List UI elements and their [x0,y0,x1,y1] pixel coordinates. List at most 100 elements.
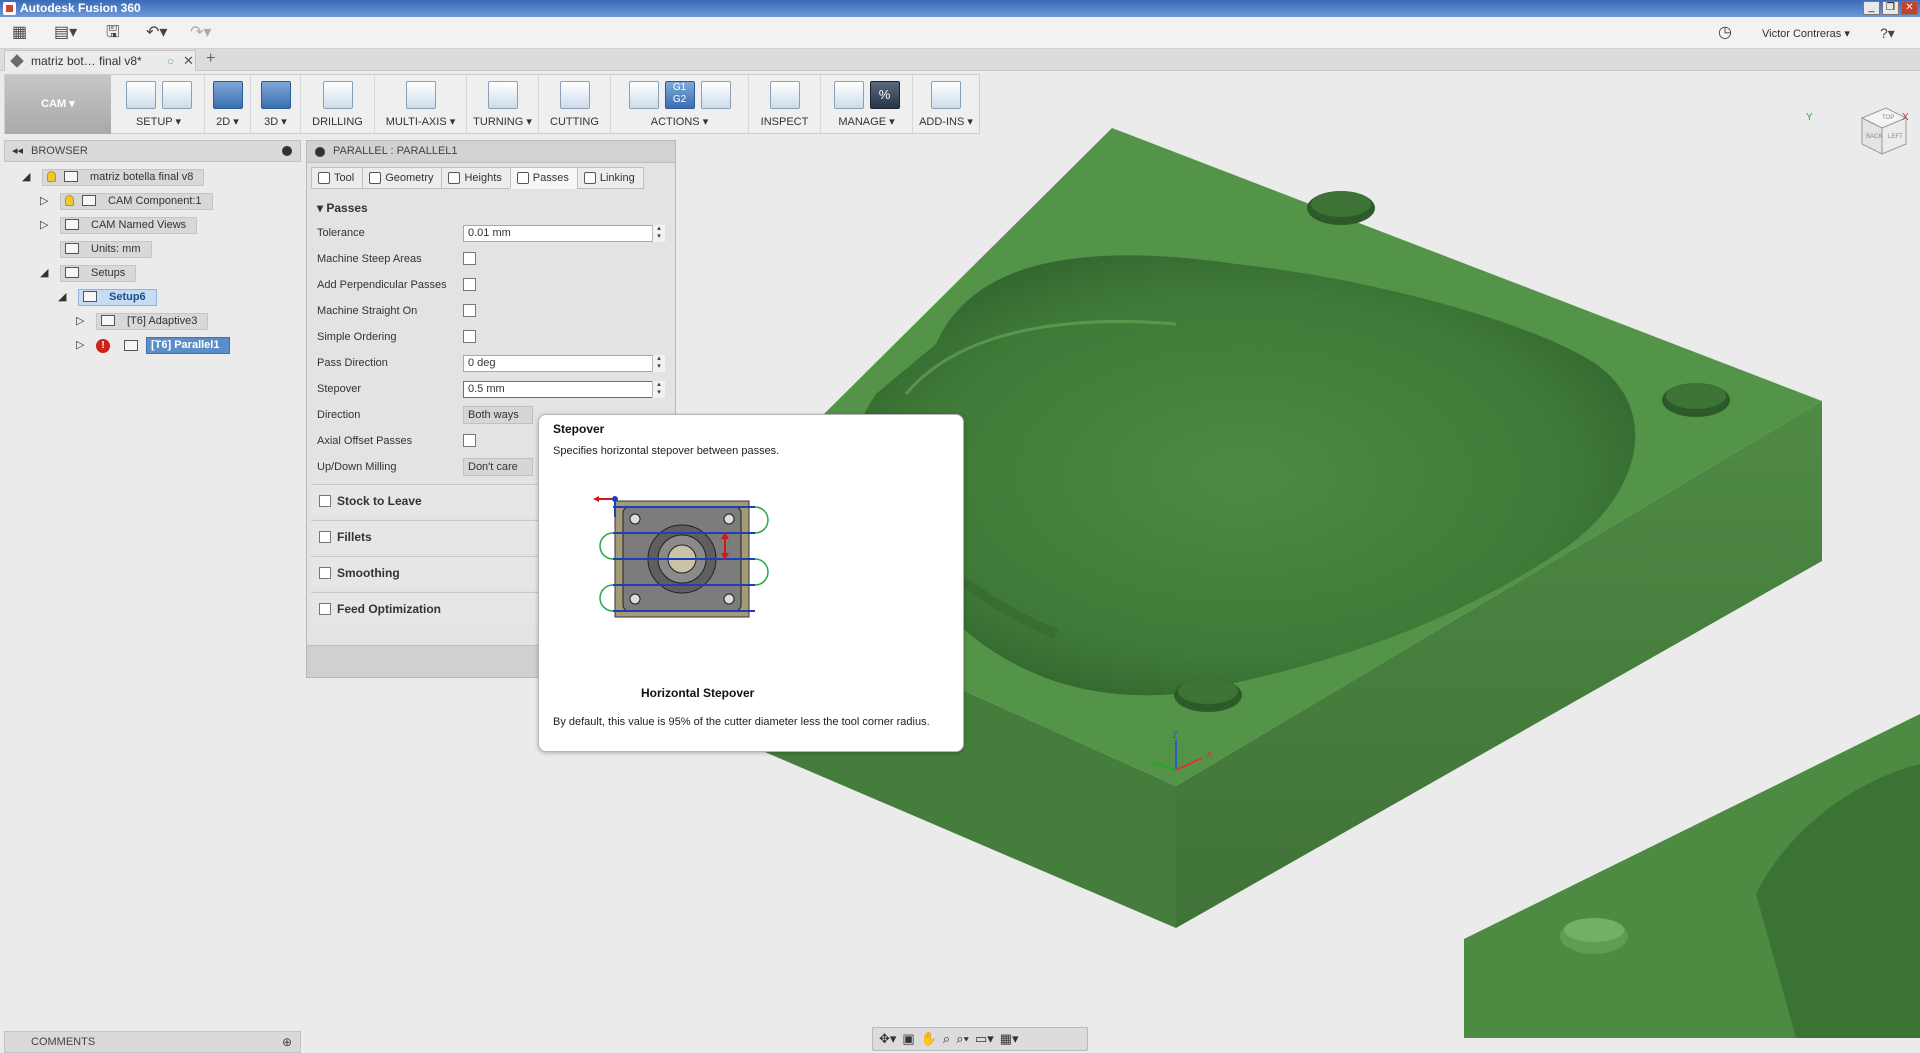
minimize-button[interactable]: _ [1863,1,1880,15]
undo-icon[interactable]: ↶▾ [146,24,167,42]
new-tab-icon[interactable]: + [206,50,215,68]
multi-axis-icon[interactable] [405,81,436,109]
tooltip-image-caption: Horizontal Stepover [641,686,755,700]
view-cube[interactable]: TOP BACK LEFT [1852,100,1912,160]
axis-x-label: X [1206,750,1213,761]
dialog-header: PARALLEL : PARALLEL1 [307,141,675,163]
drilling-group[interactable]: DRILLING [301,75,375,134]
tab-linking[interactable]: Linking [576,167,644,189]
save-icon[interactable]: 🖫 [106,24,120,42]
tree-node-units[interactable]: Units: mm [4,240,294,259]
turning-icon[interactable] [487,81,518,109]
add-perpendicular-passes-checkbox[interactable] [463,278,476,291]
tree-node-cam-component[interactable]: ▷ CAM Component:1 [4,192,294,211]
fillets-checkbox[interactable] [319,531,331,543]
axial-offset-passes-checkbox[interactable] [463,434,476,447]
direction-select[interactable]: Both ways [463,406,533,424]
drill-icon[interactable] [322,81,353,109]
2d-group[interactable]: 2D ▾ [205,75,251,134]
up-down-milling-select[interactable]: Don't care [463,458,533,476]
stock-to-leave-checkbox[interactable] [319,495,331,507]
tab-geometry[interactable]: Geometry [362,167,443,189]
smoothing-checkbox[interactable] [319,567,331,579]
close-window-button[interactable]: ✕ [1901,1,1918,15]
expand-toggle[interactable]: ◢ [40,264,48,283]
add-perpendicular-passes-label: Add Perpendicular Passes [317,279,447,291]
pan-icon[interactable]: ✋ [921,1031,937,1047]
setup-group[interactable]: SETUP ▾ [113,75,205,134]
machine-steep-areas-checkbox[interactable] [463,252,476,265]
job-status-icon[interactable]: ◷ [1718,24,1732,42]
collapse-browser-icon[interactable]: ◂◂ [12,141,23,161]
turning-menu-label[interactable]: TURNING ▾ [467,115,538,128]
apps-grid-icon[interactable]: ▦ [12,24,27,42]
look-at-icon[interactable]: ▣ [902,1031,914,1047]
stepover-tooltip: Stepover Specifies horizontal stepover b… [538,414,964,752]
comments-panel[interactable]: COMMENTS ⊕ [4,1031,301,1053]
workspace-switcher[interactable]: CAM ▾ [5,75,111,134]
new-setup-icon[interactable] [125,81,156,109]
zoom-icon[interactable]: ⌕ [943,1031,950,1047]
machine-straight-on-checkbox[interactable] [463,304,476,317]
setup-folder-icon[interactable] [161,81,192,109]
expand-toggle[interactable]: ▷ [76,312,84,331]
expand-toggle[interactable]: ◢ [58,288,66,307]
setup-icon [83,291,97,302]
expand-toggle[interactable]: ▷ [76,336,84,355]
restore-button[interactable]: ❐ [1882,1,1899,15]
cutting-label[interactable]: CUTTING [539,116,610,128]
close-tab-icon[interactable]: ✕ [183,51,194,71]
simulate-icon[interactable] [628,81,659,109]
user-account[interactable]: Victor Contreras ▾ [1762,27,1850,40]
file-menu-icon[interactable]: ▤▾ [54,24,77,42]
grid-settings-icon[interactable]: ▦▾ [1000,1031,1019,1047]
2d-toolpath-icon[interactable] [212,81,243,109]
tree-node-parallel1[interactable]: ▷ ! [T6] Parallel1 [4,336,294,355]
visibility-bulb-icon[interactable] [65,195,74,206]
3d-toolpath-icon[interactable] [260,81,291,109]
display-settings-icon[interactable]: ▭▾ [975,1031,994,1047]
tree-node-setup6[interactable]: ◢ Setup6 [4,288,294,307]
passes-section-header[interactable]: ▾ Passes [317,201,368,215]
simple-ordering-checkbox[interactable] [463,330,476,343]
tooltip-footer-note: By default, this value is 95% of the cut… [553,716,930,728]
visibility-bulb-icon[interactable] [47,171,56,182]
3d-menu-label[interactable]: 3D ▾ [251,115,300,128]
feed-optimization-checkbox[interactable] [319,603,331,615]
expand-toggle[interactable]: ▷ [40,216,48,235]
add-comment-icon[interactable]: ⊕ [282,1032,292,1052]
redo-icon[interactable]: ↷▾ [190,24,211,42]
3d-group[interactable]: 3D ▾ [251,75,301,134]
folder-icon [65,219,79,230]
tab-tool[interactable]: Tool [311,167,364,189]
multi-axis-group[interactable]: MULTI-AXIS ▾ [375,75,467,134]
expand-toggle[interactable]: ▷ [40,192,48,211]
tree-node-document[interactable]: ◢ matriz botella final v8 [4,168,294,187]
tab-heights[interactable]: Heights [441,167,511,189]
zoom-window-icon[interactable]: ⌕▾ [956,1031,969,1047]
tree-node-named-views[interactable]: ▷ CAM Named Views [4,216,294,235]
expand-toggle[interactable]: ◢ [22,168,30,187]
tab-passes[interactable]: Passes [509,167,578,189]
axis-z-label: Z [1172,730,1178,741]
window-title: Autodesk Fusion 360 [20,1,141,15]
pass-direction-input[interactable]: 0 deg [463,355,665,372]
stepover-input[interactable]: 0.5 mm [463,381,665,398]
machine-straight-on-label: Machine Straight On [317,305,418,317]
turning-group[interactable]: TURNING ▾ [467,75,539,134]
dialog-title: PARALLEL : PARALLEL1 [333,145,458,157]
tree-node-adaptive3[interactable]: ▷ [T6] Adaptive3 [4,312,294,331]
tolerance-input[interactable]: 0.01 mm [463,225,665,242]
tree-node-setups[interactable]: ◢ Setups [4,264,294,283]
drilling-label[interactable]: DRILLING [301,116,374,128]
cutting-group[interactable]: CUTTING [539,75,611,134]
2d-menu-label[interactable]: 2D ▾ [205,115,250,128]
multi-axis-menu-label[interactable]: MULTI-AXIS ▾ [375,115,466,128]
help-icon[interactable]: ?▾ [1880,24,1895,42]
setup-menu-label[interactable]: SETUP ▾ [113,115,204,128]
dialog-collapse-icon[interactable] [315,147,325,157]
cutting-icon[interactable] [559,81,590,109]
orbit-icon[interactable]: ✥▾ [879,1031,896,1047]
browser-pin-icon[interactable] [282,146,292,156]
document-tab[interactable]: matriz bot… final v8* ○ ✕ [4,50,196,71]
